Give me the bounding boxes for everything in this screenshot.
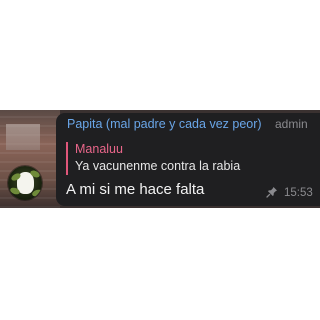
reply-text: Ya vacunenme contra la rabia [75, 159, 241, 173]
admin-badge: admin [275, 117, 308, 131]
chat-message-row: Papita (mal padre y cada vez peor) admin… [0, 110, 320, 208]
message-text: A mi si me hace falta [66, 181, 205, 198]
pin-icon [266, 187, 277, 198]
reply-quote[interactable]: Manaluu Ya vacunenme contra la rabia [66, 142, 316, 175]
message-bubble[interactable]: Papita (mal padre y cada vez peor) admin… [56, 113, 320, 206]
sender-name[interactable]: Papita (mal padre y cada vez peor) [67, 117, 262, 131]
message-meta: 15:53 [266, 186, 313, 199]
chat-background-window [6, 124, 40, 150]
avatar[interactable] [8, 166, 42, 200]
reply-author: Manaluu [75, 142, 123, 156]
message-time: 15:53 [284, 187, 313, 199]
